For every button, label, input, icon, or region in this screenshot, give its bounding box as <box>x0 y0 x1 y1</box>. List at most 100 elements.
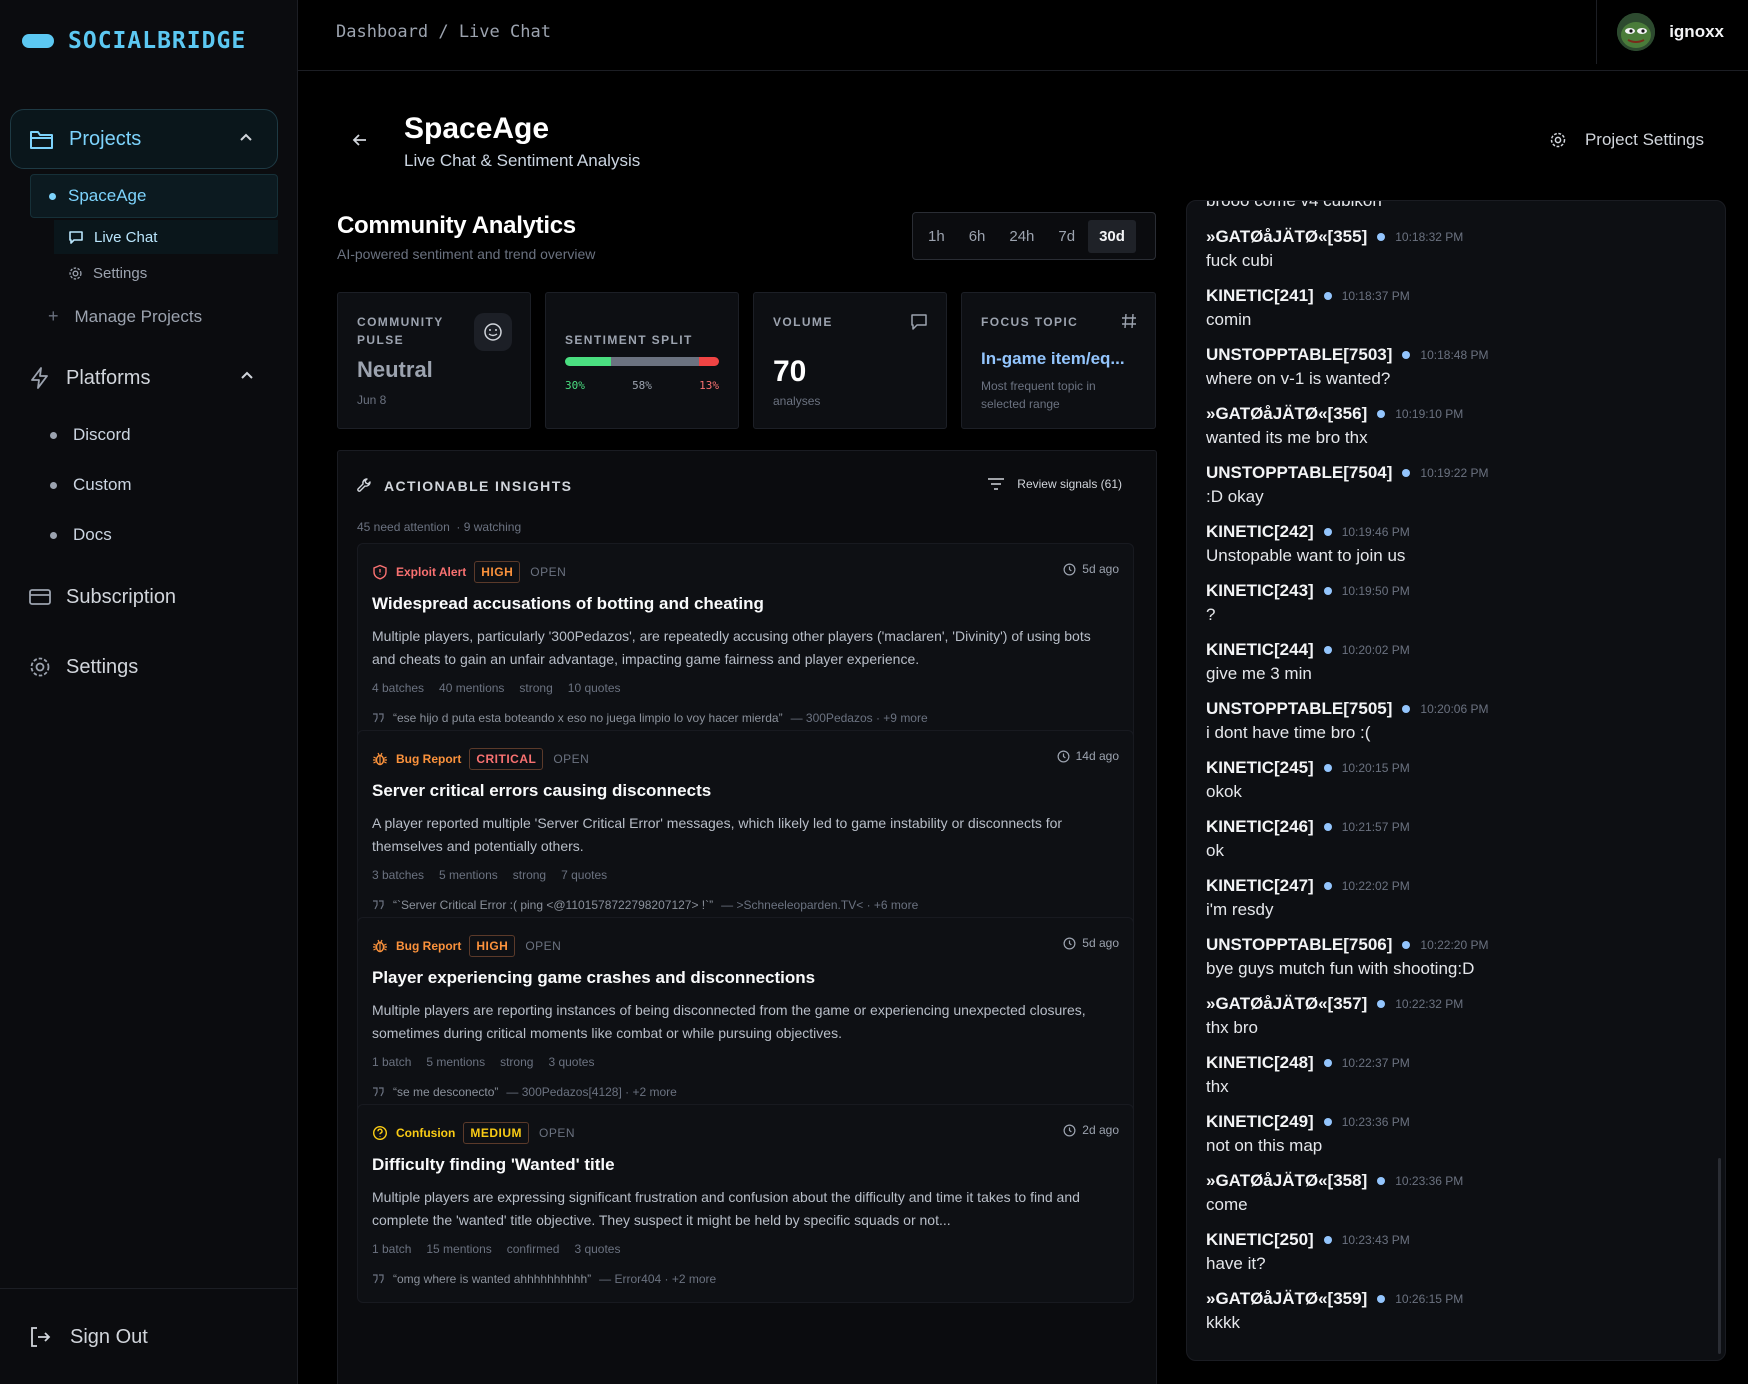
insight-card[interactable]: Confusion MEDIUM OPEN 2d ago Difficulty … <box>357 1104 1134 1303</box>
chat-username[interactable]: KINETIC[243] <box>1206 581 1314 601</box>
chat-scrollbar[interactable] <box>1718 1158 1721 1354</box>
user-menu[interactable]: ignoxx <box>1596 0 1748 64</box>
chat-message: KINETIC[241] 10:18:37 PM comin <box>1206 286 1410 330</box>
sentiment-split-card: SENTIMENT SPLIT 30% 58% 13% <box>545 292 739 429</box>
chevron-up-icon[interactable] <box>239 132 253 142</box>
chat-username[interactable]: »GATØåJÄTØ«[355] <box>1206 227 1367 247</box>
insight-title[interactable]: Widespread accusations of botting and ch… <box>372 594 764 614</box>
meta-mentions: 15 mentions <box>426 1242 492 1256</box>
insight-time-label: 5d ago <box>1082 562 1119 576</box>
range-6h[interactable]: 6h <box>958 220 997 253</box>
chat-timestamp: 10:22:32 PM <box>1395 997 1464 1011</box>
bullet-icon <box>50 481 57 489</box>
range-24h[interactable]: 24h <box>998 220 1045 253</box>
subnav-settings[interactable]: Settings <box>54 256 278 290</box>
brand-name: SOCIALBRIDGE <box>68 28 247 54</box>
chat-message-header: »GATØåJÄTØ«[358] 10:23:36 PM <box>1206 1171 1463 1191</box>
breadcrumb[interactable]: Dashboard / Live Chat <box>336 22 551 42</box>
chat-message: »GATØåJÄTØ«[355] 10:18:32 PM fuck cubi <box>1206 227 1463 271</box>
platform-dot-icon <box>1377 410 1386 418</box>
project-settings-label: Project Settings <box>1584 130 1704 149</box>
insight-meta: 4 batches 40 mentions strong 10 quotes <box>372 681 621 695</box>
platform-docs[interactable]: Docs <box>50 525 112 545</box>
insight-card[interactable]: Bug Report CRITICAL OPEN 14d ago Server … <box>357 730 1134 929</box>
chevron-up-icon[interactable] <box>240 370 254 380</box>
focus-topic-card: FOCUS TOPIC In-game item/eq... Most freq… <box>961 292 1156 429</box>
folder-icon <box>30 131 53 149</box>
platform-custom[interactable]: Custom <box>50 475 132 495</box>
platform-discord[interactable]: Discord <box>50 425 131 445</box>
chat-text: have it? <box>1206 1254 1266 1273</box>
insight-card[interactable]: Bug Report HIGH OPEN 5d ago Player exper… <box>357 917 1134 1116</box>
chat-username[interactable]: KINETIC[241] <box>1206 286 1314 306</box>
sign-out-button[interactable]: Sign Out <box>28 1325 148 1349</box>
card-label-line: COMMUNITY <box>357 315 444 329</box>
bullet-icon <box>50 531 57 539</box>
clock-icon <box>1057 750 1070 762</box>
card-label-line: PULSE <box>357 333 405 347</box>
chat-username[interactable]: »GATØåJÄTØ«[357] <box>1206 994 1367 1014</box>
insight-title[interactable]: Server critical errors causing disconnec… <box>372 781 711 801</box>
chat-timestamp: 10:22:20 PM <box>1420 938 1489 952</box>
chat-username[interactable]: UNSTOPPTABLE[7504] <box>1206 463 1392 483</box>
chat-username[interactable]: UNSTOPPTABLE[7506] <box>1206 935 1392 955</box>
chat-username[interactable]: KINETIC[242] <box>1206 522 1314 542</box>
nav-platforms[interactable]: Platforms <box>10 348 278 408</box>
chat-message-header: KINETIC[241] 10:18:37 PM <box>1206 286 1410 306</box>
bug-icon <box>372 938 388 954</box>
range-30d[interactable]: 30d <box>1088 219 1136 253</box>
live-chat-panel[interactable]: brooo come v4 cubikon »GATØåJÄTØ«[355] 1… <box>1186 200 1726 1361</box>
brand-logo[interactable]: SOCIALBRIDGE <box>22 28 246 54</box>
back-arrow-icon[interactable] <box>350 130 370 150</box>
insight-title[interactable]: Player experiencing game crashes and dis… <box>372 968 815 988</box>
chat-timestamp: 10:22:37 PM <box>1341 1056 1410 1070</box>
quote-text: “ese hijo d puta esta boteando x eso no … <box>393 711 783 725</box>
project-settings-button[interactable]: Project Settings <box>1549 130 1704 150</box>
chat-username[interactable]: UNSTOPPTABLE[7503] <box>1206 345 1392 365</box>
chat-message-header: KINETIC[245] 10:20:15 PM <box>1206 758 1410 778</box>
clock-icon <box>1063 563 1076 575</box>
nav-settings[interactable]: Settings <box>10 637 278 697</box>
range-7d[interactable]: 7d <box>1047 220 1086 253</box>
chat-username[interactable]: »GATØåJÄTØ«[359] <box>1206 1289 1367 1309</box>
project-item-spaceage[interactable]: SpaceAge <box>30 174 278 218</box>
chat-username[interactable]: »GATØåJÄTØ«[358] <box>1206 1171 1367 1191</box>
nav-subscription[interactable]: Subscription <box>10 567 278 627</box>
focus-topic-value[interactable]: In-game item/eq... <box>981 349 1125 369</box>
sentiment-values: 30% 58% 13% <box>565 379 719 392</box>
chat-username[interactable]: KINETIC[250] <box>1206 1230 1314 1250</box>
chat-username[interactable]: KINETIC[249] <box>1206 1112 1314 1132</box>
insight-time-label: 5d ago <box>1082 936 1119 950</box>
chat-username[interactable]: KINETIC[248] <box>1206 1053 1314 1073</box>
manage-projects-link[interactable]: + Manage Projects <box>48 306 202 327</box>
chat-username[interactable]: KINETIC[245] <box>1206 758 1314 778</box>
chat-timestamp: 10:19:22 PM <box>1420 466 1489 480</box>
chat-username[interactable]: KINETIC[244] <box>1206 640 1314 660</box>
chat-username[interactable]: KINETIC[246] <box>1206 817 1314 837</box>
nav-projects[interactable]: Projects <box>10 109 278 169</box>
chat-message-header: »GATØåJÄTØ«[356] 10:19:10 PM <box>1206 404 1463 424</box>
chat-timestamp: 10:20:15 PM <box>1341 761 1410 775</box>
subnav-live-chat[interactable]: Live Chat <box>54 220 278 254</box>
meta-quotes: 3 quotes <box>548 1055 595 1069</box>
chat-username[interactable]: KINETIC[247] <box>1206 876 1314 896</box>
chat-username[interactable]: UNSTOPPTABLE[7505] <box>1206 699 1392 719</box>
meta-batches: 3 batches <box>372 868 425 882</box>
chat-username[interactable]: »GATØåJÄTØ«[356] <box>1206 404 1367 424</box>
chat-message-header: KINETIC[247] 10:22:02 PM <box>1206 876 1410 896</box>
range-1h[interactable]: 1h <box>917 220 956 253</box>
insight-title[interactable]: Difficulty finding 'Wanted' title <box>372 1155 615 1175</box>
insight-time: 5d ago <box>1063 562 1119 576</box>
chat-message: KINETIC[246] 10:21:57 PM ok <box>1206 817 1410 861</box>
page-subtitle: Live Chat & Sentiment Analysis <box>404 151 641 170</box>
platform-dot-icon <box>1377 1177 1386 1185</box>
gear-icon <box>1550 132 1566 148</box>
review-signals-button[interactable]: Review signals (61) <box>987 477 1122 491</box>
insight-card[interactable]: Exploit Alert HIGH OPEN 5d ago Widesprea… <box>357 543 1134 742</box>
platform-dot-icon <box>1377 1295 1386 1303</box>
volume-card: VOLUME 70 analyses <box>753 292 947 429</box>
chat-message: »GATØåJÄTØ«[359] 10:26:15 PM kkkk <box>1206 1289 1463 1333</box>
chat-text: thx bro <box>1206 1018 1258 1037</box>
severity-badge: HIGH <box>474 561 521 583</box>
chat-message: UNSTOPPTABLE[7503] 10:18:48 PM where on … <box>1206 345 1488 389</box>
